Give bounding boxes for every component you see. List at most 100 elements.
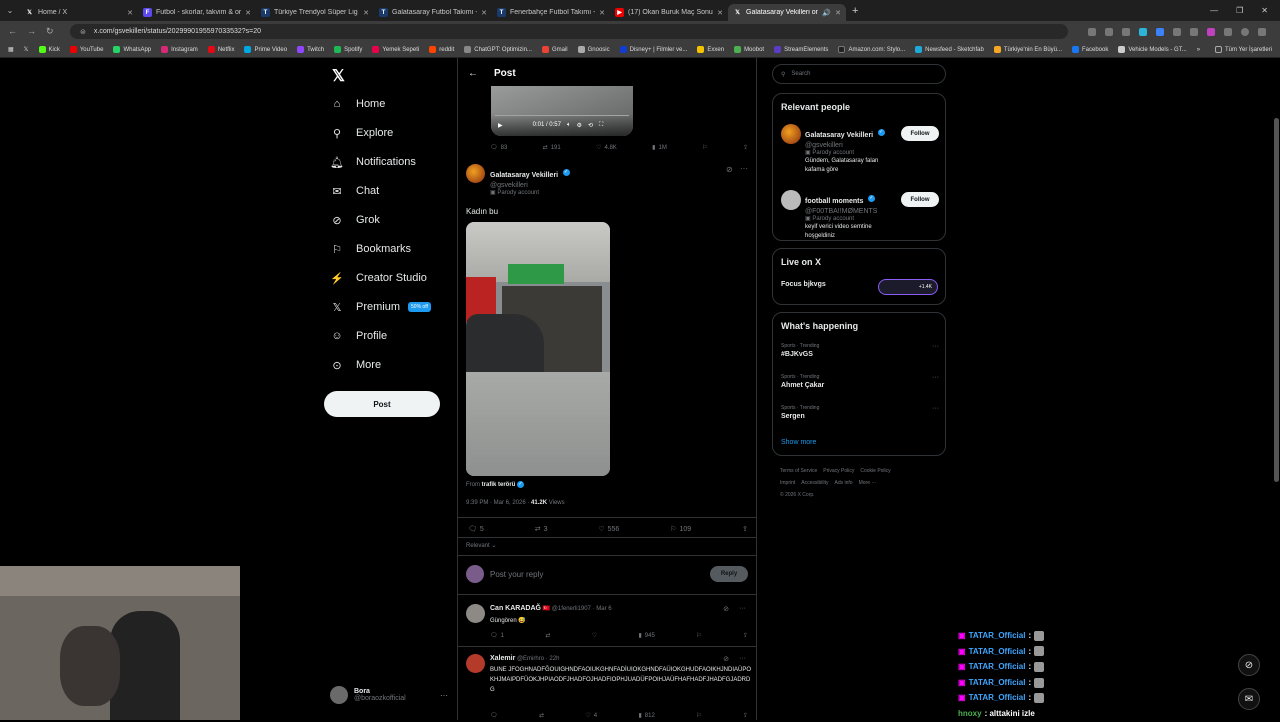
views-action[interactable]: ▮ 945	[638, 632, 654, 640]
bookmark-action[interactable]: ⚐ 109	[670, 525, 691, 534]
back-arrow-icon[interactable]: ←	[468, 68, 478, 79]
extension-icon[interactable]	[1088, 27, 1096, 36]
browser-tab-active[interactable]: 𝕏Galatasaray Vekilleri on X: "🔊✕	[728, 4, 846, 21]
bookmark-action[interactable]: ⚐	[696, 712, 701, 719]
share-action[interactable]: ⇪	[743, 712, 748, 719]
like-action[interactable]: ♡	[592, 632, 597, 639]
close-tab-icon[interactable]: ✕	[835, 9, 841, 17]
site-info-icon[interactable]: ⊜	[80, 28, 86, 36]
bookmark-item[interactable]: Gmail	[541, 46, 568, 53]
like-action[interactable]: ♡ 4	[585, 712, 597, 720]
loop-icon[interactable]: ⟲	[588, 122, 593, 129]
menu-icon[interactable]	[1258, 27, 1266, 36]
browser-tab[interactable]: TTürkiye Trendyol Süper Lig - 20✕	[256, 4, 374, 21]
bookmark-x-icon[interactable]: 𝕏	[24, 46, 29, 53]
more-icon[interactable]: ···	[932, 343, 939, 350]
bookmark-item[interactable]: ChatGPT: Optimizin...	[464, 46, 532, 53]
audio-icon[interactable]: 🔊	[822, 9, 831, 17]
show-more-link[interactable]: Show more	[781, 439, 816, 446]
nav-item-home[interactable]: ⌂ Home	[330, 95, 386, 113]
bookmark-item[interactable]: Amazon.com: Stylo...	[838, 46, 905, 53]
browser-tab[interactable]: 𝕏 Home / X ✕	[20, 4, 138, 21]
nav-item-bookmarks[interactable]: ⚐ Bookmarks	[330, 240, 411, 258]
minimize-icon[interactable]: —	[1210, 6, 1218, 15]
bookmark-item[interactable]: Twitch	[297, 46, 324, 53]
reply-action[interactable]: 🗨︎ 83	[490, 144, 507, 152]
bookmark-item[interactable]: reddit	[429, 46, 454, 53]
fullscreen-icon[interactable]: ⛶	[599, 122, 603, 129]
search-input[interactable]: ⚲ Search	[772, 64, 946, 84]
more-bookmarks-icon[interactable]: »	[1197, 47, 1200, 53]
grok-icon[interactable]: ⊘	[723, 605, 729, 613]
like-action[interactable]: ♡ 4.8K	[596, 144, 617, 152]
x-logo-icon[interactable]: 𝕏	[332, 66, 345, 86]
play-icon[interactable]: ▶	[498, 122, 503, 129]
more-icon[interactable]: ···	[740, 164, 748, 173]
more-icon[interactable]: ···	[739, 655, 746, 663]
volume-icon[interactable]: 🔈︎	[567, 122, 571, 129]
bookmark-item[interactable]: WhatsApp	[113, 46, 151, 53]
more-icon[interactable]: ···	[932, 374, 939, 381]
source-link[interactable]: trafik terörü	[482, 482, 516, 488]
repost-action[interactable]: ⇄ 191	[543, 144, 561, 152]
browser-tab[interactable]: TFenerbahçe Futbol Takımı - 202✕	[492, 4, 610, 21]
live-item[interactable]: Focus bjkvgs	[781, 281, 826, 288]
settings-icon[interactable]: ⚙	[577, 122, 582, 129]
new-tab-button[interactable]: +	[852, 5, 858, 17]
extension-icon[interactable]	[1224, 27, 1232, 36]
avatar[interactable]	[466, 164, 485, 183]
reply-action[interactable]: 🗨︎	[490, 712, 498, 719]
extension-icon[interactable]	[1139, 27, 1147, 36]
more-icon[interactable]: ···	[739, 605, 746, 613]
repost-action[interactable]: ⇄ 3	[535, 525, 548, 534]
live-listeners-pill[interactable]: +1.4K	[878, 279, 938, 295]
nav-item-grok[interactable]: ⊘ Grok	[330, 211, 379, 229]
bookmark-item[interactable]: Vehicle Models - GT...	[1118, 46, 1187, 53]
nav-item-premium[interactable]: 𝕏 Premium 50% off	[330, 298, 431, 316]
messages-float-icon[interactable]: ✉	[1238, 688, 1260, 710]
bookmark-item[interactable]: Yemek Sepeti	[372, 46, 419, 53]
follow-button[interactable]: Follow	[901, 192, 939, 207]
url-input[interactable]: ⊜ x.com/gsvekilleri/status/20299901955970…	[70, 24, 1068, 39]
bookmark-item[interactable]: Spotify	[334, 46, 362, 53]
maximize-icon[interactable]: ❐	[1236, 6, 1243, 15]
bookmark-item[interactable]: StreamElements	[774, 46, 828, 53]
back-icon[interactable]: ←	[8, 26, 17, 37]
nav-item-notifications[interactable]: 🔔︎ Notifications	[330, 153, 416, 171]
views-action[interactable]: ▮ 1M	[652, 144, 667, 152]
reply-action[interactable]: 🗨︎ 5	[468, 525, 484, 534]
browser-tab[interactable]: TGalatasaray Futbol Takımı - 202✕	[374, 4, 492, 21]
grok-icon[interactable]: ⊘	[726, 165, 733, 174]
nav-item-explore[interactable]: ⚲ Explore	[330, 124, 393, 142]
forward-icon[interactable]: →	[27, 26, 36, 37]
close-tab-icon[interactable]: ✕	[127, 9, 133, 17]
extension-icon[interactable]	[1173, 27, 1181, 36]
reply-sort-dropdown[interactable]: Relevant ⌄	[466, 542, 496, 549]
star-icon[interactable]	[1122, 27, 1130, 36]
trend-item[interactable]: Sports · Trending #BJKvGS ···	[781, 343, 939, 358]
apps-icon[interactable]: ▦	[8, 46, 14, 53]
nav-item-chat[interactable]: ✉ Chat	[330, 182, 379, 200]
grok-icon[interactable]: ⊘	[723, 655, 729, 663]
bookmark-item[interactable]: Türkiye'nin En Büyü...	[993, 46, 1062, 53]
nav-item-profile[interactable]: ☺ Profile	[330, 327, 387, 345]
reply-action[interactable]: 🗨︎ 1	[490, 632, 504, 640]
browser-tab[interactable]: ▶(17) Okan Buruk Maç Sonu Bas✕	[610, 4, 728, 21]
avatar[interactable]	[466, 604, 485, 623]
bookmark-item[interactable]: Exxen	[697, 46, 724, 53]
close-tab-icon[interactable]: ✕	[717, 9, 723, 17]
post-button[interactable]: Post	[324, 391, 440, 417]
tab-search-icon[interactable]: ⌄	[0, 0, 20, 21]
account-switcher[interactable]: Bora @boraozkofficial ···	[330, 686, 448, 704]
nav-item-creator-studio[interactable]: ⚡ Creator Studio	[330, 269, 427, 287]
views-action[interactable]: ▮ 812	[638, 712, 654, 720]
repost-action[interactable]: ⇄	[545, 632, 550, 639]
bookmark-item[interactable]: Gnoosic	[577, 46, 610, 53]
reply-button[interactable]: Reply	[710, 566, 748, 582]
avatar[interactable]	[466, 654, 485, 673]
page-scrollbar[interactable]	[1274, 118, 1279, 482]
close-tab-icon[interactable]: ✕	[481, 9, 487, 17]
profile-icon[interactable]	[1241, 27, 1249, 36]
repost-action[interactable]: ⇄	[539, 712, 544, 719]
bookmark-action[interactable]: ⚐	[696, 632, 701, 639]
